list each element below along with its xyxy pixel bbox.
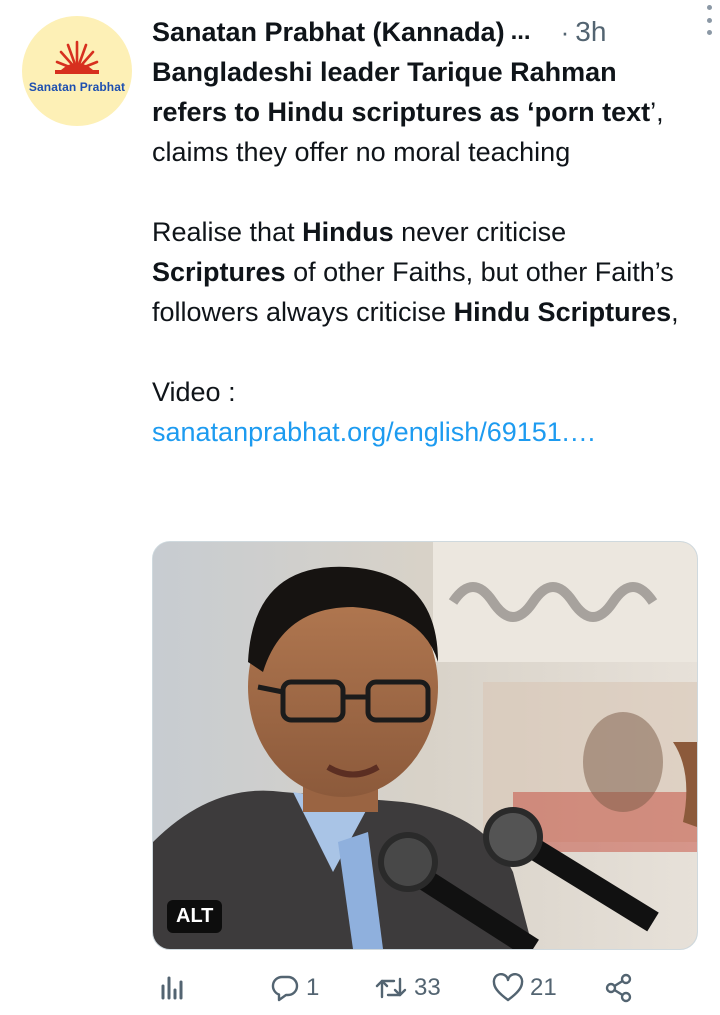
reply-count: 1 [306, 974, 320, 1001]
p2-bold-scriptures: Scriptures [152, 257, 286, 287]
more-icon[interactable] [704, 5, 714, 35]
tweet-paragraph-3: Video : [152, 372, 682, 412]
tweet-actions: 1 33 21 [152, 968, 696, 1008]
p2-text-c: never criticise [393, 217, 567, 247]
analytics-icon [161, 976, 183, 1000]
retweet-button[interactable]: 33 [374, 968, 441, 1008]
video-label: Video : [152, 377, 236, 407]
p2-text-a: Realise that [152, 217, 303, 247]
reply-button[interactable]: 1 [270, 968, 319, 1008]
tweet-text: Bangladeshi leader Tarique Rahman refers… [152, 52, 682, 452]
tweet-paragraph-2: Realise that Hindus never criticise Scri… [152, 212, 682, 332]
like-count: 21 [530, 974, 557, 1001]
tweet-paragraph-1: Bangladeshi leader Tarique Rahman refers… [152, 52, 682, 172]
analytics-button[interactable] [158, 968, 186, 1008]
photo-illustration [153, 542, 697, 949]
like-icon [492, 973, 524, 1002]
author-name-overflow: ... [510, 18, 531, 45]
tweet[interactable]: Sanatan Prabhat Sanatan Prabhat (Kannada… [0, 0, 720, 1015]
headline-bold: Bangladeshi leader Tarique Rahman refers… [152, 57, 651, 127]
retweet-icon [375, 977, 407, 999]
video-link[interactable]: sanatanprabhat.org/english/69151.… [152, 417, 596, 447]
like-button[interactable]: 21 [492, 968, 557, 1008]
p2-bold-hindu-scriptures: Hindu Scriptures [453, 297, 672, 327]
share-button[interactable] [604, 968, 634, 1008]
p2-bold-hindus: Hindus [302, 217, 394, 247]
avatar[interactable]: Sanatan Prabhat [22, 16, 132, 126]
author-name[interactable]: Sanatan Prabhat (Kannada) [152, 17, 505, 48]
tweet-timestamp[interactable]: 3h [575, 16, 606, 48]
p2-text-g: , [671, 297, 679, 327]
share-icon [605, 973, 632, 1003]
separator-dot: · [560, 16, 570, 47]
tweet-header: Sanatan Prabhat (Kannada) ... · 3h [152, 12, 702, 52]
alt-badge[interactable]: ALT [167, 900, 223, 933]
avatar-brand-text: Sanatan Prabhat [28, 80, 126, 94]
tweet-media-image[interactable]: ALT [152, 541, 698, 950]
reply-icon [271, 975, 299, 1002]
retweet-count: 33 [414, 974, 441, 1001]
sun-logo-icon [55, 40, 99, 74]
